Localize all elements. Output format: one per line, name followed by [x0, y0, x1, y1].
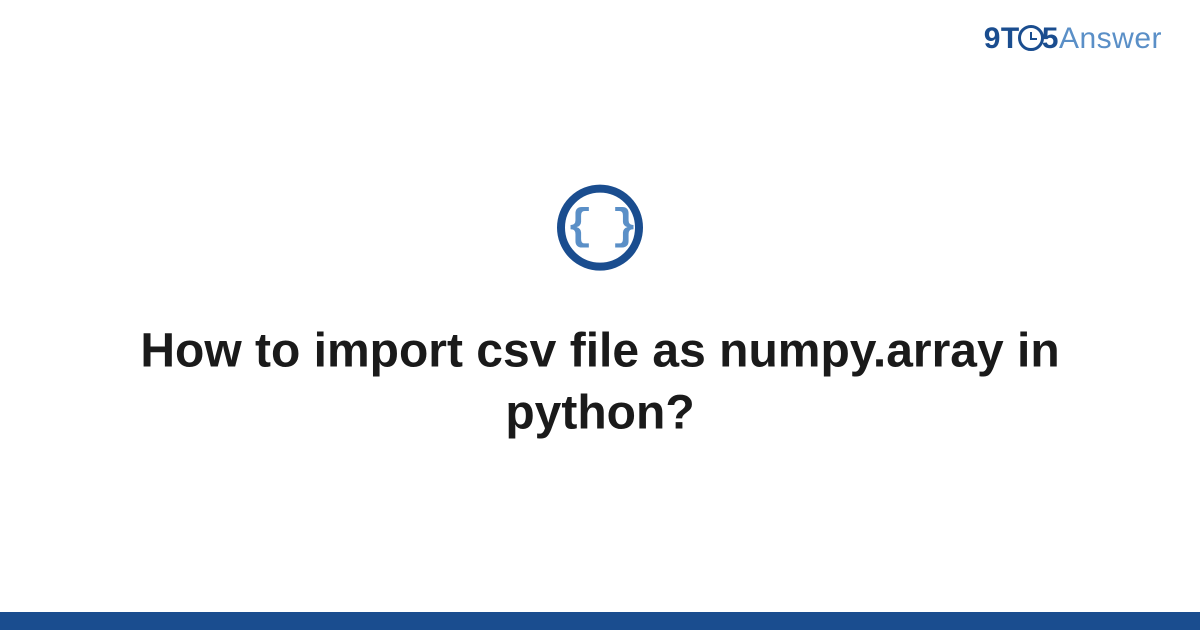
logo-text-9t: 9T [984, 22, 1020, 55]
question-title: How to import csv file as numpy.array in… [80, 321, 1120, 446]
site-logo: 9T 5Answer [984, 22, 1162, 56]
footer-bar [0, 612, 1200, 630]
clock-icon [1018, 25, 1044, 51]
main-content: { } How to import csv file as numpy.arra… [0, 185, 1200, 446]
code-braces-icon: { } [557, 185, 643, 271]
braces-glyph: { } [566, 206, 633, 250]
logo-text-5: 5 [1042, 22, 1059, 55]
logo-text-answer: Answer [1059, 22, 1162, 55]
